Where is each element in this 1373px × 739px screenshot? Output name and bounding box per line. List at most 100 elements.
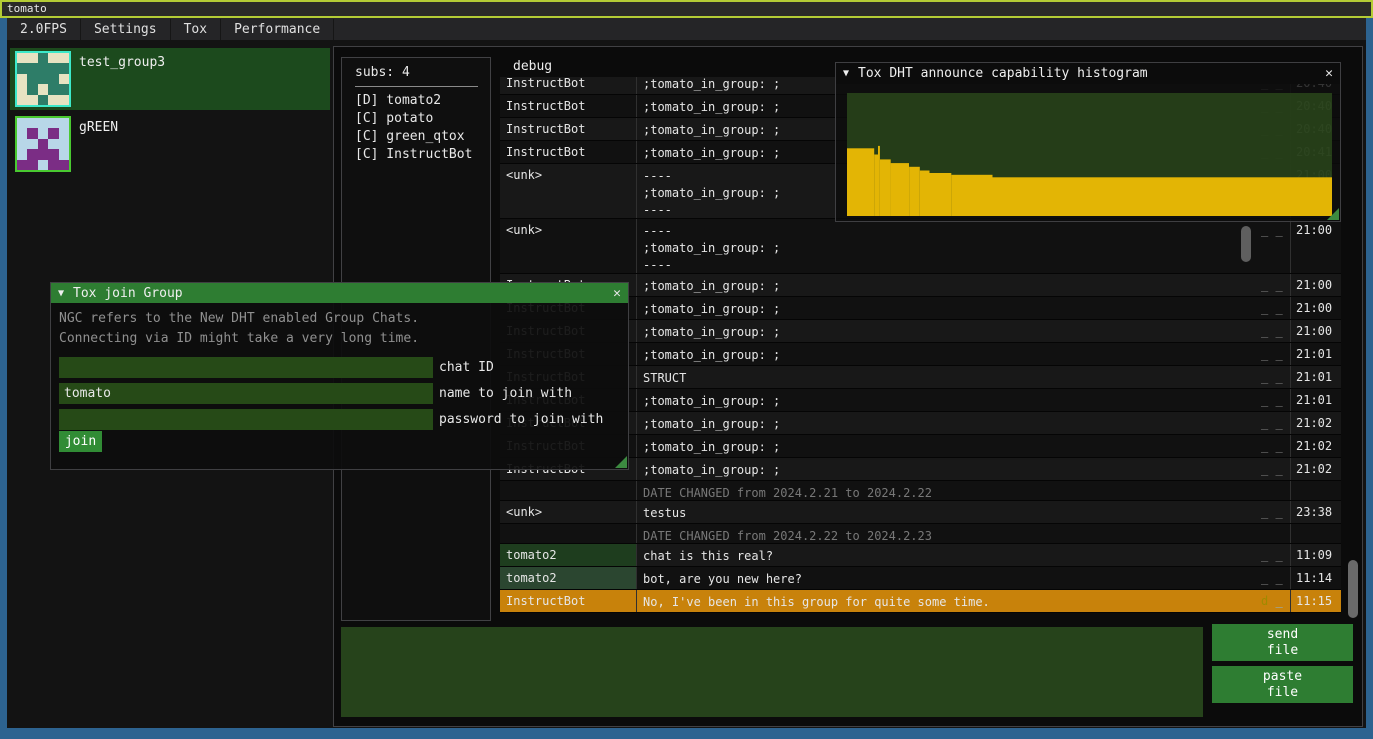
window-scrollbar-thumb[interactable] [1348,560,1358,618]
avatar-pixel [27,84,37,94]
menu-item-performance[interactable]: Performance [221,19,334,40]
message-timestamp: 21:01 [1291,366,1340,388]
avatar-pixel [48,139,58,149]
avatar-pixel [59,84,69,94]
resize-grip[interactable] [1327,208,1339,220]
message-author: tomato2 [500,544,637,566]
message-author: InstructBot [500,77,637,94]
join-field-label: password to join with [439,412,603,427]
message-status-flags: _ _ [1256,343,1291,365]
join-field-row: name to join with [51,383,628,409]
message-timestamp: 21:01 [1291,343,1340,365]
avatar-pixel [59,63,69,73]
message-author [500,524,637,543]
avatar-pixel [17,160,27,170]
date-changed-row[interactable]: DATE CHANGED from 2024.2.22 to 2024.2.23 [500,524,1341,544]
avatar-pixel [38,149,48,159]
member-list-item[interactable]: [D] tomato2 [342,91,490,109]
join-field-row: chat ID [51,357,628,383]
date-changed-row[interactable]: DATE CHANGED from 2024.2.21 to 2024.2.22 [500,481,1341,501]
member-list-item[interactable]: [C] InstructBot [342,145,490,163]
message-text: ;tomato_in_group: ; [637,412,1256,434]
avatar-pixel [38,84,48,94]
members-list: [D] tomato2[C] potato[C] green_qtox[C] I… [342,91,490,163]
join-input-chat-ID[interactable] [59,357,433,378]
paste-file-button[interactable]: paste file [1212,666,1353,703]
avatar-pixel [38,139,48,149]
avatar-pixel [48,63,58,73]
message-text: STRUCT [637,366,1256,388]
avatar-pixel [38,160,48,170]
join-field-label: chat ID [439,360,494,375]
member-list-item[interactable]: [C] potato [342,109,490,127]
chat-message-row[interactable]: tomato2bot, are you new here?_ _11:14 [500,567,1341,590]
message-timestamp: 21:00 [1291,297,1340,319]
join-group-titlebar[interactable]: ▼ Tox join Group ✕ [51,283,628,303]
join-field-row: password to join with [51,409,628,435]
dht-histogram-titlebar[interactable]: ▼ Tox DHT announce capability histogram … [836,63,1340,84]
message-timestamp: 21:00 [1291,219,1340,273]
avatar-pixel [27,160,37,170]
message-timestamp: 11:09 [1291,544,1340,566]
message-status-flags: _ _ [1256,544,1291,566]
close-icon[interactable]: ✕ [613,286,621,301]
chat-message-row[interactable]: tomato2chat is this real?_ _11:09 [500,544,1341,567]
message-author: tomato2 [500,567,637,589]
collapse-arrow-icon[interactable]: ▼ [843,68,849,79]
menu-bar: 2.0FPSSettingsToxPerformance [7,18,1366,40]
dht-histogram-title: Tox DHT announce capability histogram [858,66,1148,81]
message-text: DATE CHANGED from 2024.2.22 to 2024.2.23 [637,524,1256,543]
avatar-pixel [17,95,27,105]
message-author: <unk> [500,219,637,273]
chat-message-row[interactable]: InstructBotNo, I've been in this group f… [500,590,1341,613]
message-status-flags: _ _ [1256,297,1291,319]
message-author: InstructBot [500,95,637,117]
avatar-pixel [17,53,27,63]
resize-grip[interactable] [615,456,627,468]
message-status-flags: _ _ [1256,366,1291,388]
histogram-plot[interactable] [847,93,1332,216]
join-info-line-1: NGC refers to the New DHT enabled Group … [51,309,628,329]
window-frame-bottom [0,728,1373,739]
message-timestamp: 21:00 [1291,320,1340,342]
chat-message-row[interactable]: <unk>---- ;tomato_in_group: ; ----_ _21:… [500,219,1341,274]
join-input-name-to-join-with[interactable] [59,383,433,404]
message-author: <unk> [500,164,637,218]
tab-debug[interactable]: debug [513,59,552,74]
menu-item-fps[interactable]: 2.0FPS [7,19,81,40]
window-titlebar[interactable]: tomato [0,0,1373,18]
avatar-pixel [38,95,48,105]
avatar-pixel [17,149,27,159]
message-timestamp [1291,524,1340,543]
app-root: tomato 2.0FPSSettingsToxPerformance test… [0,0,1373,739]
dht-histogram-window: ▼ Tox DHT announce capability histogram … [835,62,1341,222]
message-status-flags: _ _ [1256,320,1291,342]
close-icon[interactable]: ✕ [1325,66,1333,81]
avatar-pixel [59,53,69,63]
join-button[interactable]: join [59,431,102,452]
menu-item-settings[interactable]: Settings [81,19,171,40]
message-status-flags [1256,481,1291,500]
chat-message-row[interactable]: <unk>testus_ _23:38 [500,501,1341,524]
message-status-flags: _ _ [1256,458,1291,480]
message-text: ;tomato_in_group: ; [637,297,1256,319]
message-timestamp: 21:02 [1291,458,1340,480]
collapse-arrow-icon[interactable]: ▼ [58,288,64,299]
avatar-pixel [17,74,27,84]
member-list-item[interactable]: [C] green_qtox [342,127,490,145]
window-frame-right [1366,18,1373,739]
avatar-pixel [17,118,27,128]
join-group-window: ▼ Tox join Group ✕ NGC refers to the New… [50,282,629,470]
join-input-password-to-join-with[interactable] [59,409,433,430]
message-text: ;tomato_in_group: ; [637,320,1256,342]
histogram-bars [847,93,1332,216]
message-text: DATE CHANGED from 2024.2.21 to 2024.2.22 [637,481,1256,500]
message-text: ;tomato_in_group: ; [637,458,1256,480]
chat-table-scrollbar-thumb[interactable] [1241,226,1251,262]
menu-item-tox[interactable]: Tox [171,19,221,40]
sidebar-group-test_group3[interactable]: test_group3 [10,48,330,110]
message-input[interactable] [341,627,1203,717]
sidebar-group-gREEN[interactable]: gREEN [10,113,330,175]
send-file-button[interactable]: send file [1212,624,1353,661]
avatar-pixel [17,139,27,149]
